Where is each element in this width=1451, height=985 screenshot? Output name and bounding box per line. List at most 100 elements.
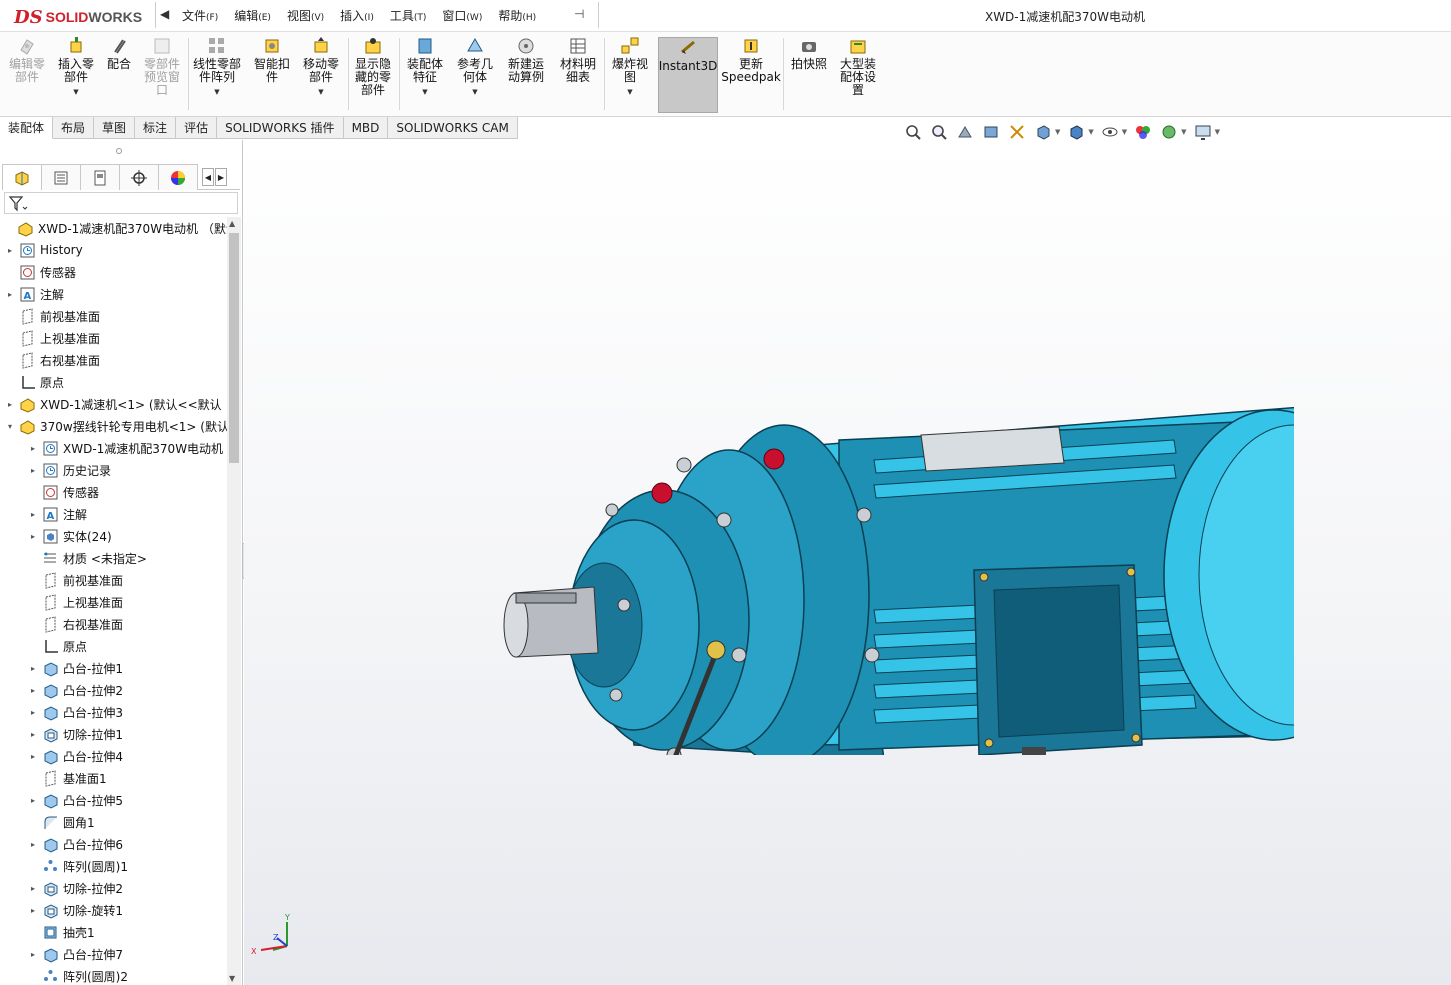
- tree-item[interactable]: ▸ A 注解: [4, 283, 64, 305]
- insert-component-button[interactable]: 插入零 部件 ▼: [54, 36, 98, 114]
- tree-item[interactable]: ▸ 历史记录: [27, 459, 111, 481]
- tree-item[interactable]: ▾ 370w摆线针轮专用电机<1> (默认: [4, 415, 228, 437]
- display-manager-tab[interactable]: [158, 164, 198, 190]
- view-settings-icon[interactable]: [1193, 123, 1213, 141]
- tree-item[interactable]: 上视基准面: [4, 327, 100, 349]
- tree-item[interactable]: ▸ XWD-1减速机<1> (默认<<默认: [4, 393, 222, 415]
- expand-arrow-icon[interactable]: ▸: [27, 444, 39, 453]
- graphics-area[interactable]: Y X Z: [244, 140, 1451, 985]
- previous-view-icon[interactable]: [955, 123, 975, 141]
- dropdown-arrow-icon[interactable]: ▼: [627, 86, 632, 99]
- expand-arrow-icon[interactable]: ▸: [27, 950, 39, 959]
- tree-item[interactable]: ▸ 切除-旋转1: [27, 899, 123, 921]
- expand-arrow-icon[interactable]: ▸: [27, 840, 39, 849]
- configuration-manager-tab[interactable]: [80, 164, 120, 190]
- tree-item[interactable]: 阵列(圆周)2: [27, 965, 128, 985]
- dropdown-arrow-icon[interactable]: ▼: [1088, 128, 1093, 136]
- dynamic-annotation-icon[interactable]: [1007, 123, 1027, 141]
- tree-item[interactable]: ▸ 凸台-拉伸2: [27, 679, 123, 701]
- take-snapshot-button[interactable]: 拍快照: [786, 36, 832, 114]
- smart-fasteners-button[interactable]: 智能扣 件: [250, 36, 294, 114]
- dropdown-arrow-icon[interactable]: ▼: [1181, 128, 1186, 136]
- instant3d-button[interactable]: Instant3D: [658, 37, 718, 113]
- reducer-motor-model[interactable]: [494, 275, 1294, 755]
- scroll-up-icon[interactable]: ▲: [229, 219, 235, 228]
- tree-item[interactable]: 基准面1: [27, 767, 107, 789]
- tree-item[interactable]: ▸ XWD-1减速机配370W电动机: [27, 437, 223, 459]
- scroll-down-icon[interactable]: ▼: [229, 974, 235, 983]
- expand-arrow-icon[interactable]: ▸: [4, 400, 16, 409]
- dropdown-arrow-icon[interactable]: ▼: [1055, 128, 1060, 136]
- dropdown-arrow-icon[interactable]: ▼: [472, 86, 477, 99]
- menu-item-4[interactable]: 工具(T): [390, 7, 427, 24]
- tab-7[interactable]: SOLIDWORKS CAM: [388, 117, 518, 139]
- tree-item[interactable]: 传感器: [27, 481, 99, 503]
- menu-item-2[interactable]: 视图(V): [287, 7, 324, 24]
- tree-item[interactable]: ▸ 凸台-拉伸7: [27, 943, 123, 965]
- dropdown-arrow-icon[interactable]: ▼: [214, 86, 219, 99]
- expand-arrow-icon[interactable]: ▸: [27, 884, 39, 893]
- tab-0[interactable]: 装配体: [0, 117, 54, 139]
- tree-item[interactable]: 阵列(圆周)1: [27, 855, 128, 877]
- view-orientation-icon[interactable]: [1033, 123, 1053, 141]
- menu-item-3[interactable]: 插入(I): [340, 7, 374, 24]
- expand-arrow-icon[interactable]: ▸: [4, 246, 16, 255]
- tree-item[interactable]: 原点: [27, 635, 87, 657]
- edit-component-button[interactable]: 编辑零 部件: [6, 36, 48, 114]
- tree-item[interactable]: ▸ 切除-拉伸1: [27, 723, 123, 745]
- tree-item[interactable]: ▸ 凸台-拉伸6: [27, 833, 123, 855]
- tab-1[interactable]: 布局: [53, 117, 95, 139]
- apply-scene-icon[interactable]: [1159, 123, 1179, 141]
- menu-item-0[interactable]: 文件(F): [182, 7, 218, 24]
- assembly-features-button[interactable]: 装配体 特征 ▼: [402, 36, 448, 114]
- expand-arrow-icon[interactable]: ▾: [4, 422, 16, 431]
- expand-arrow-icon[interactable]: ▸: [27, 664, 39, 673]
- menu-item-6[interactable]: 帮助(H): [498, 7, 536, 24]
- show-hidden-components-button[interactable]: 显示隐 藏的零 部件: [350, 36, 396, 114]
- expand-arrow-icon[interactable]: ▸: [4, 290, 16, 299]
- menu-expand-icon[interactable]: ◀: [160, 7, 169, 21]
- mate-button[interactable]: 配合: [102, 36, 136, 114]
- tree-item[interactable]: 材质 <未指定>: [27, 547, 147, 569]
- tree-filter-field[interactable]: [4, 192, 238, 214]
- menu-item-1[interactable]: 编辑(E): [234, 7, 271, 24]
- move-component-button[interactable]: 移动零 部件 ▼: [298, 36, 344, 114]
- tree-item[interactable]: 原点: [4, 371, 64, 393]
- tab-4[interactable]: 评估: [176, 117, 218, 139]
- tree-scrollbar[interactable]: ▲ ▼: [227, 217, 241, 985]
- tree-item[interactable]: 抽壳1: [27, 921, 95, 943]
- tree-item[interactable]: ▸ 切除-拉伸2: [27, 877, 123, 899]
- menu-item-5[interactable]: 窗口(W): [442, 7, 482, 24]
- zoom-to-area-icon[interactable]: [929, 123, 949, 141]
- tree-item[interactable]: 上视基准面: [27, 591, 123, 613]
- solidworks-logo[interactable]: DS SOLIDWORKS: [14, 6, 142, 28]
- expand-arrow-icon[interactable]: ▸: [27, 686, 39, 695]
- feature-manager-tab[interactable]: [2, 164, 42, 190]
- tree-item[interactable]: ▸ 凸台-拉伸1: [27, 657, 123, 679]
- property-manager-tab[interactable]: [41, 164, 81, 190]
- panel-grip-icon[interactable]: [116, 148, 122, 154]
- tab-5[interactable]: SOLIDWORKS 插件: [217, 117, 344, 139]
- expand-arrow-icon[interactable]: ▸: [27, 906, 39, 915]
- large-assembly-settings-button[interactable]: 大型装 配体设 置: [834, 36, 882, 114]
- tree-item[interactable]: ▸ History: [4, 239, 83, 261]
- tree-item[interactable]: 前视基准面: [27, 569, 123, 591]
- expand-arrow-icon[interactable]: ▸: [27, 708, 39, 717]
- tree-item[interactable]: 传感器: [4, 261, 76, 283]
- tree-item[interactable]: ▸ 凸台-拉伸4: [27, 745, 123, 767]
- tree-root-assembly[interactable]: XWD-1减速机配370W电动机 （默认<: [2, 217, 228, 239]
- expand-arrow-icon[interactable]: ▸: [27, 532, 39, 541]
- tree-item[interactable]: ▸ 凸台-拉伸5: [27, 789, 123, 811]
- tree-item[interactable]: ▸ A 注解: [27, 503, 87, 525]
- dropdown-arrow-icon[interactable]: ▼: [73, 86, 78, 99]
- dimxpert-tab[interactable]: [119, 164, 159, 190]
- panel-scroll-right-icon[interactable]: ▶: [215, 168, 227, 186]
- display-style-icon[interactable]: [1066, 123, 1086, 141]
- tree-item[interactable]: ▸ 凸台-拉伸3: [27, 701, 123, 723]
- expand-arrow-icon[interactable]: ▸: [27, 466, 39, 475]
- bill-of-materials-button[interactable]: 材料明 细表: [555, 36, 601, 114]
- expand-arrow-icon[interactable]: ▸: [27, 510, 39, 519]
- edit-appearance-icon[interactable]: [1133, 123, 1153, 141]
- tree-item[interactable]: 右视基准面: [27, 613, 123, 635]
- dropdown-arrow-icon[interactable]: ▼: [1122, 128, 1127, 136]
